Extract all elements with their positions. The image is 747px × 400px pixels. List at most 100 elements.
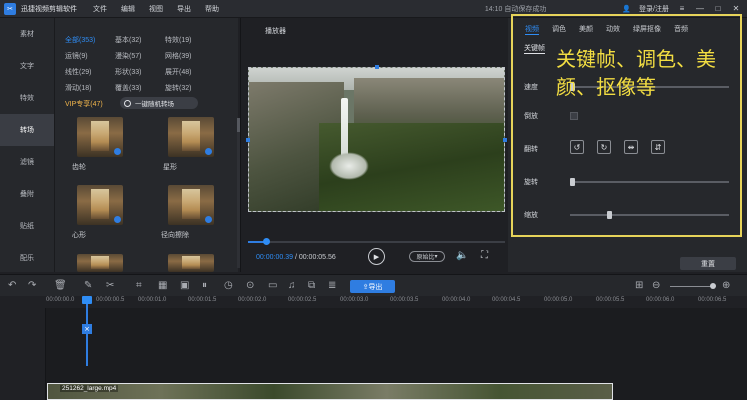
zoom-in-icon[interactable]: ⊕: [722, 280, 730, 291]
reset-button[interactable]: 重置: [680, 257, 736, 270]
cat-blend[interactable]: 漫染(57): [115, 51, 165, 61]
resize-handle[interactable]: [375, 65, 379, 69]
image-icon[interactable]: ▣: [180, 280, 189, 291]
ruler-tick: 00:00:05.5: [596, 297, 625, 303]
volume-icon[interactable]: 🔈: [456, 250, 468, 261]
nav-music[interactable]: 配乐: [0, 242, 54, 274]
title-bar: ✂ 迅捷视频剪辑软件 文件 编辑 视图 导出 帮助 14:10 自动保存成功 👤…: [0, 0, 747, 18]
play-button[interactable]: ▶: [368, 248, 385, 265]
menu-view[interactable]: 视图: [149, 4, 163, 14]
tab-color[interactable]: 调色: [552, 24, 566, 34]
rotate-slider[interactable]: [570, 178, 729, 186]
undo-icon[interactable]: ↶: [8, 280, 16, 291]
playhead[interactable]: ⨯: [82, 296, 92, 366]
progress-knob[interactable]: [263, 238, 270, 245]
cat-all[interactable]: 全部(353): [65, 35, 115, 45]
tab-motion[interactable]: 动效: [606, 24, 620, 34]
chevron-down-icon: ▾: [434, 254, 438, 260]
rotate-right-button[interactable]: ↻: [597, 140, 611, 154]
transition-thumb-star[interactable]: [168, 117, 214, 157]
download-icon: [205, 216, 212, 223]
left-nav: 素材 文字 特效 转场 滤镜 叠附 贴纸 配乐: [0, 18, 55, 272]
cat-special[interactable]: 特效(19): [165, 35, 215, 45]
random-transition-button[interactable]: 一键随机转场: [120, 97, 198, 109]
nav-transitions[interactable]: 转场: [0, 114, 54, 146]
cat-unfold[interactable]: 展开(48): [165, 67, 215, 77]
transition-thumb-heart[interactable]: [77, 185, 123, 225]
reverse-checkbox[interactable]: [570, 112, 578, 120]
flip-vertical-button[interactable]: ⇵: [651, 140, 665, 154]
menu-file[interactable]: 文件: [93, 4, 107, 14]
crop-icon[interactable]: ⌗: [136, 280, 142, 291]
tab-greenscreen[interactable]: 绿屏抠像: [633, 24, 661, 34]
edit-icon[interactable]: ✎: [84, 280, 92, 291]
close-icon[interactable]: ✕: [731, 4, 741, 14]
resize-handle[interactable]: [503, 138, 507, 142]
rotate-left-button[interactable]: ↺: [570, 140, 584, 154]
mosaic-icon[interactable]: ▦: [158, 280, 167, 291]
layers-icon[interactable]: ≣: [328, 280, 336, 291]
delete-icon[interactable]: 🗑: [54, 280, 67, 291]
tab-audio[interactable]: 音频: [674, 24, 688, 34]
subtab-keyframe[interactable]: 关键帧: [524, 43, 545, 54]
ruler-tick: 00:00:02.5: [288, 297, 317, 303]
tab-beauty[interactable]: 美颜: [579, 24, 593, 34]
cat-camera[interactable]: 运镜(9): [65, 51, 115, 61]
user-icon[interactable]: 👤: [622, 5, 631, 13]
transition-thumb-radial[interactable]: [168, 185, 214, 225]
cat-grid[interactable]: 网格(39): [165, 51, 215, 61]
transition-thumb-gear[interactable]: [77, 117, 123, 157]
copy-icon[interactable]: ⧉: [308, 280, 315, 291]
menu-export[interactable]: 导出: [177, 4, 191, 14]
export-button[interactable]: ⇪ 导出: [350, 280, 395, 293]
random-transition-label: 一键随机转场: [135, 101, 174, 108]
transition-marker-icon[interactable]: ⨯: [82, 324, 92, 334]
cat-rotate[interactable]: 旋转(32): [165, 83, 215, 93]
timeline-zoom-slider[interactable]: [670, 283, 716, 289]
player-panel: 播放器 00:00:00.39 / 00:00:05.56 ▶ 原始比 ▾ 🔈 ⛶: [240, 18, 507, 272]
nav-stickers[interactable]: 贴纸: [0, 210, 54, 242]
nav-text[interactable]: 文字: [0, 50, 54, 82]
scale-slider[interactable]: [570, 211, 729, 219]
transition-thumb[interactable]: [77, 254, 123, 272]
nav-overlay[interactable]: 叠附: [0, 178, 54, 210]
tab-video[interactable]: 视频: [525, 24, 539, 35]
cat-basic[interactable]: 基本(32): [115, 35, 165, 45]
fit-timeline-icon[interactable]: ⊞: [635, 280, 643, 291]
speed-icon[interactable]: ⊙: [246, 280, 254, 291]
cat-slide[interactable]: 滑动(18): [65, 83, 115, 93]
freeze-icon[interactable]: ⏸: [202, 280, 207, 291]
export-label: 导出: [368, 283, 383, 291]
flip-horizontal-button[interactable]: ⇹: [624, 140, 638, 154]
playback-progress[interactable]: [248, 238, 505, 245]
cat-shape[interactable]: 形状(33): [115, 67, 165, 77]
split-icon[interactable]: ✂: [106, 280, 114, 291]
cat-cover[interactable]: 覆盖(33): [115, 83, 165, 93]
playhead-cap[interactable]: [82, 296, 92, 304]
video-clip[interactable]: 251262_large.mp4: [47, 383, 613, 400]
video-preview[interactable]: [248, 67, 505, 212]
record-icon[interactable]: ▭: [268, 280, 277, 291]
ruler-tick: 00:00:00.5: [96, 297, 125, 303]
aspect-dropdown[interactable]: 原始比 ▾: [409, 251, 445, 262]
fullscreen-icon[interactable]: ⛶: [481, 250, 488, 261]
zoom-out-icon[interactable]: ⊖: [652, 280, 660, 291]
duration-icon[interactable]: ◷: [224, 280, 233, 291]
music-icon[interactable]: ♫: [288, 280, 296, 291]
resize-handle[interactable]: [246, 138, 250, 142]
nav-effects[interactable]: 特效: [0, 82, 54, 114]
menu-help[interactable]: 帮助: [205, 4, 219, 14]
nav-materials[interactable]: 素材: [0, 18, 54, 50]
menu-edit[interactable]: 编辑: [121, 4, 135, 14]
nav-filters[interactable]: 滤镜: [0, 146, 54, 178]
play-icon: ▶: [373, 253, 380, 261]
transition-thumb[interactable]: [168, 254, 214, 272]
minimize-icon[interactable]: —: [695, 4, 705, 14]
cat-linear[interactable]: 线性(29): [65, 67, 115, 77]
maximize-icon[interactable]: □: [713, 4, 723, 14]
redo-icon[interactable]: ↷: [28, 280, 36, 291]
rotate-label: 旋转: [524, 179, 538, 186]
login-link[interactable]: 登录/注册: [639, 4, 669, 14]
cat-vip[interactable]: VIP专享(47): [65, 99, 125, 109]
menu-icon[interactable]: ≡: [677, 4, 687, 14]
